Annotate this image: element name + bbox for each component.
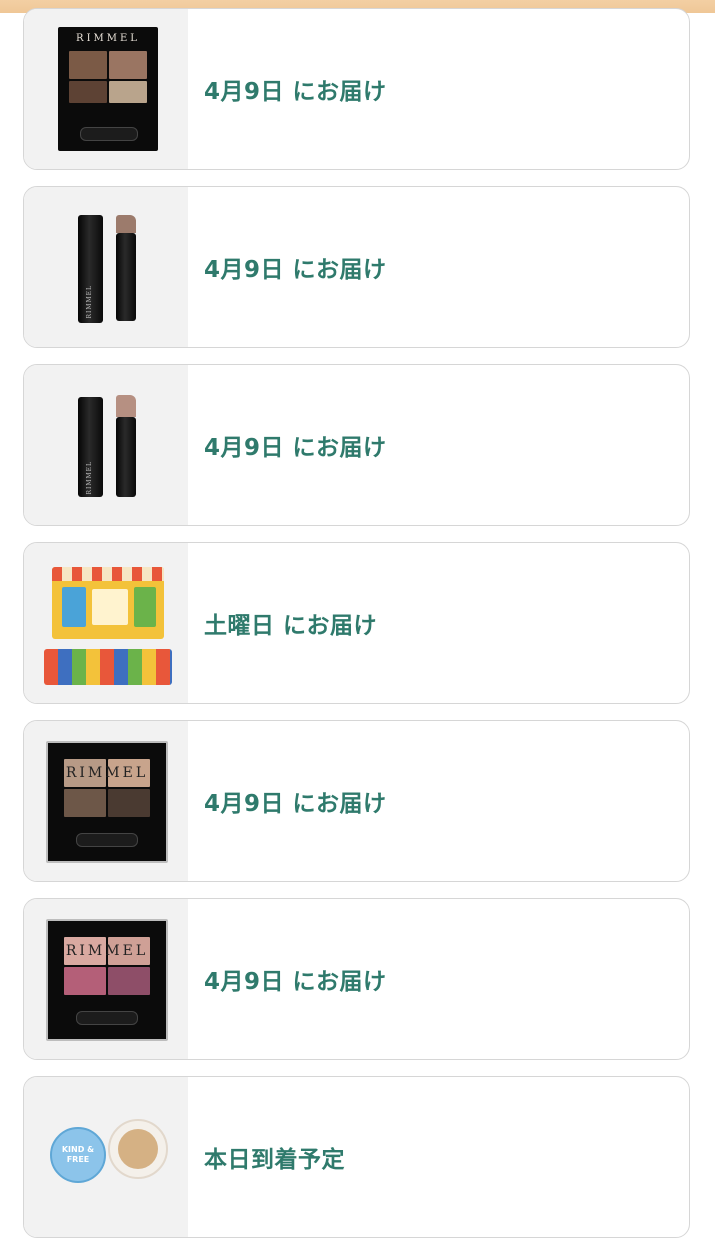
delivery-status: 本日到着予定: [204, 1147, 345, 1173]
shade-swatch: [64, 967, 106, 995]
delivery-status: 4月9日 にお届け: [204, 791, 387, 817]
shade-swatch: [109, 51, 147, 79]
shade-swatch: [64, 789, 106, 817]
lipstick-body-icon: [116, 233, 136, 321]
lipstick-bullet-icon: [116, 215, 136, 233]
product-thumbnail: RIMMEL: [24, 365, 188, 525]
snack-packs-icon: [44, 649, 172, 685]
order-card[interactable]: KIND & FREE 本日到着予定: [23, 1076, 690, 1238]
product-brand: KIND & FREE: [61, 1145, 95, 1164]
shade-swatch: [108, 967, 150, 995]
order-card[interactable]: RIMMEL 4月9日 にお届け: [23, 8, 690, 170]
snack-box-icon: [52, 567, 164, 639]
eyeshadow-palette-icon: RIMMEL: [46, 741, 168, 863]
delivery-status: 土曜日 にお届け: [204, 613, 378, 639]
lipstick-bullet-icon: [116, 395, 136, 417]
product-thumbnail: [24, 543, 188, 703]
product-thumbnail: KIND & FREE: [24, 1077, 188, 1237]
lipstick-cap-icon: RIMMEL: [78, 397, 103, 497]
lipstick-body-icon: [116, 417, 136, 497]
product-thumbnail: RIMMEL: [24, 899, 188, 1059]
product-brand: RIMMEL: [86, 461, 93, 495]
compact-lid-icon: KIND & FREE: [50, 1127, 106, 1183]
shade-swatch: [108, 789, 150, 817]
compact-base-icon: [108, 1119, 168, 1179]
delivery-status: 4月9日 にお届け: [204, 969, 387, 995]
order-card[interactable]: RIMMEL 4月9日 にお届け: [23, 364, 690, 526]
delivery-status: 4月9日 にお届け: [204, 257, 387, 283]
product-brand: RIMMEL: [65, 943, 149, 959]
eyeshadow-palette-icon: RIMMEL: [46, 919, 168, 1041]
eyeshadow-palette-icon: RIMMEL: [58, 27, 158, 151]
shade-swatch: [69, 81, 107, 103]
shade-swatch: [69, 51, 107, 79]
product-brand: RIMMEL: [76, 33, 140, 44]
applicator: [76, 833, 138, 847]
order-card[interactable]: RIMMEL 4月9日 にお届け: [23, 898, 690, 1060]
product-thumbnail: RIMMEL: [24, 9, 188, 169]
product-brand: RIMMEL: [86, 285, 93, 319]
shade-swatch: [109, 81, 147, 103]
delivery-status: 4月9日 にお届け: [204, 79, 387, 105]
lipstick-cap-icon: RIMMEL: [78, 215, 103, 323]
order-card[interactable]: RIMMEL 4月9日 にお届け: [23, 186, 690, 348]
product-thumbnail: RIMMEL: [24, 721, 188, 881]
product-thumbnail: RIMMEL: [24, 187, 188, 347]
order-card[interactable]: RIMMEL 4月9日 にお届け: [23, 720, 690, 882]
applicator: [76, 1011, 138, 1025]
delivery-status: 4月9日 にお届け: [204, 435, 387, 461]
applicator: [80, 127, 138, 141]
order-card[interactable]: 土曜日 にお届け: [23, 542, 690, 704]
product-brand: RIMMEL: [65, 765, 149, 781]
